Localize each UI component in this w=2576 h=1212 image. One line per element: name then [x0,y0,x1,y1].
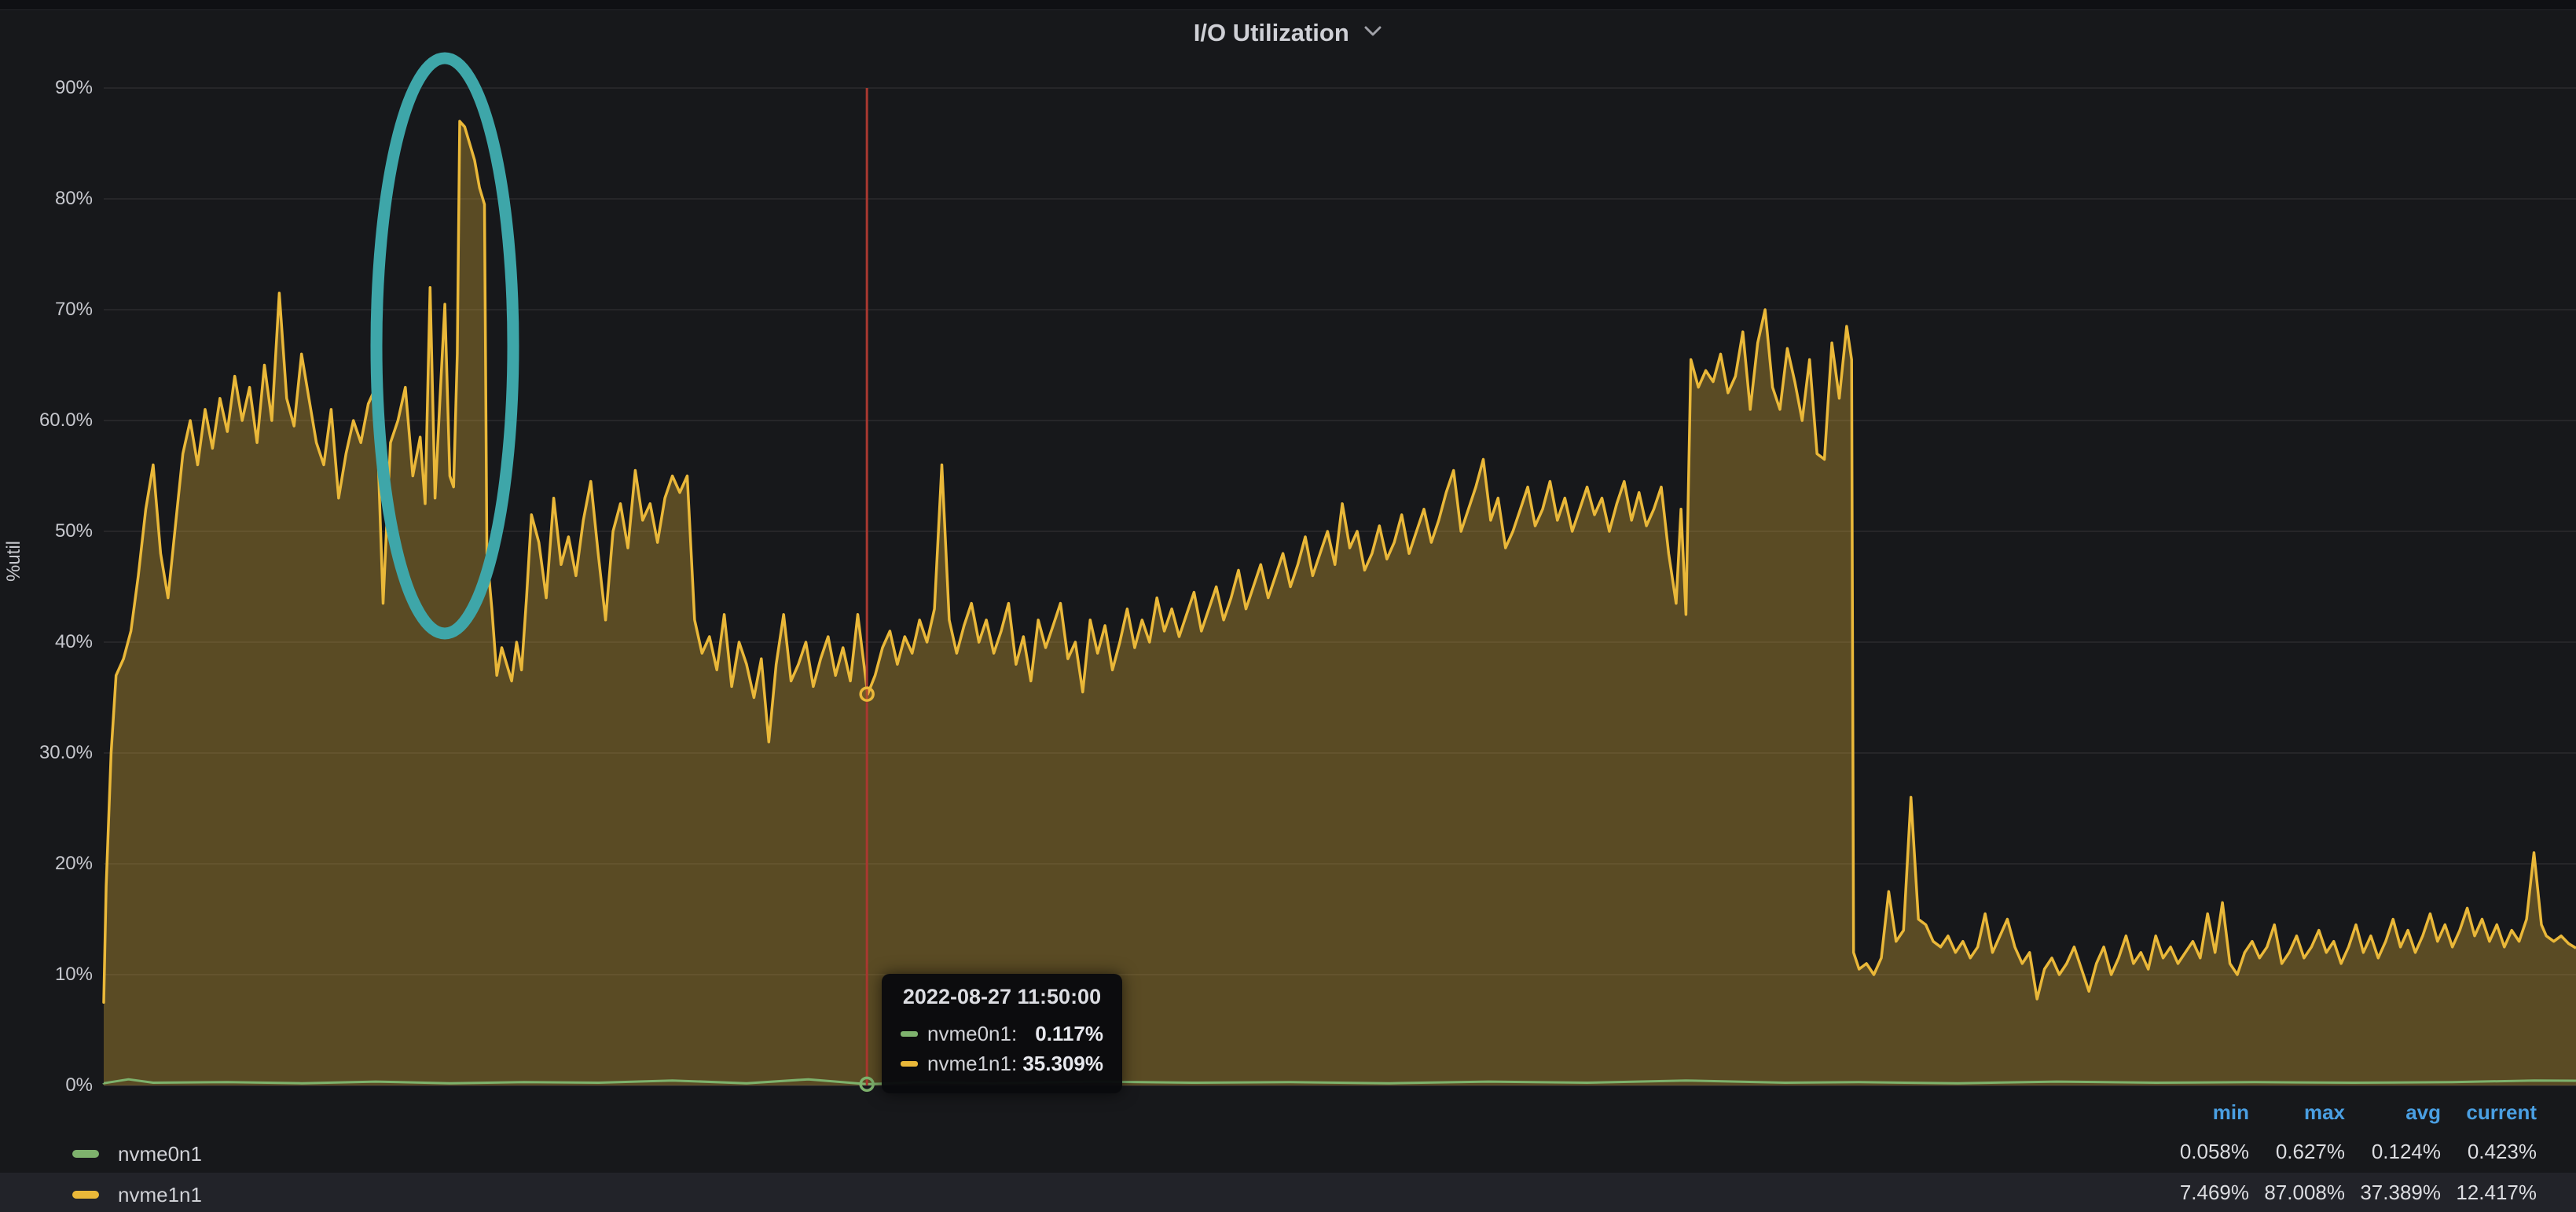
nvme1n1-hover-point [861,688,873,700]
hover-tooltip: 2022-08-27 11:50:00 nvme0n1: 0.117% nvme1n… [882,974,1122,1093]
io-utilization-chart[interactable] [0,0,2576,1212]
tooltip-series-value: 35.309% [1022,1052,1103,1076]
tooltip-series-swatch [901,1061,918,1067]
legend-series-nvme0n1[interactable]: nvme0n1 [72,1137,202,1171]
legend-header-current[interactable]: current [2403,1100,2537,1125]
tooltip-series-name: nvme1n1: [927,1052,1017,1076]
legend-stat-nvme0n1-current: 0.423% [2403,1140,2537,1164]
tooltip-timestamp: 2022-08-27 11:50:00 [901,985,1103,1009]
tooltip-row: nvme1n1:35.309% [901,1049,1103,1078]
legend-series-nvme1n1[interactable]: nvme1n1 [72,1177,202,1212]
legend-swatch[interactable] [72,1150,99,1158]
legend-series-name[interactable]: nvme1n1 [118,1183,202,1207]
grafana-panel: I/O Utilization %util 90%80%70%60.0%50%4… [0,0,2576,1212]
tooltip-series-rows: nvme0n1: 0.117% nvme1n1:35.309% [901,1019,1103,1078]
tooltip-series-swatch [901,1031,918,1037]
tooltip-series-value: 0.117% [1035,1022,1103,1046]
legend-swatch[interactable] [72,1191,99,1199]
tooltip-row: nvme0n1: 0.117% [901,1019,1103,1049]
legend-series-name[interactable]: nvme0n1 [118,1142,202,1166]
legend-stat-nvme1n1-current: 12.417% [2403,1181,2537,1205]
tooltip-series-name: nvme0n1: [927,1022,1017,1046]
